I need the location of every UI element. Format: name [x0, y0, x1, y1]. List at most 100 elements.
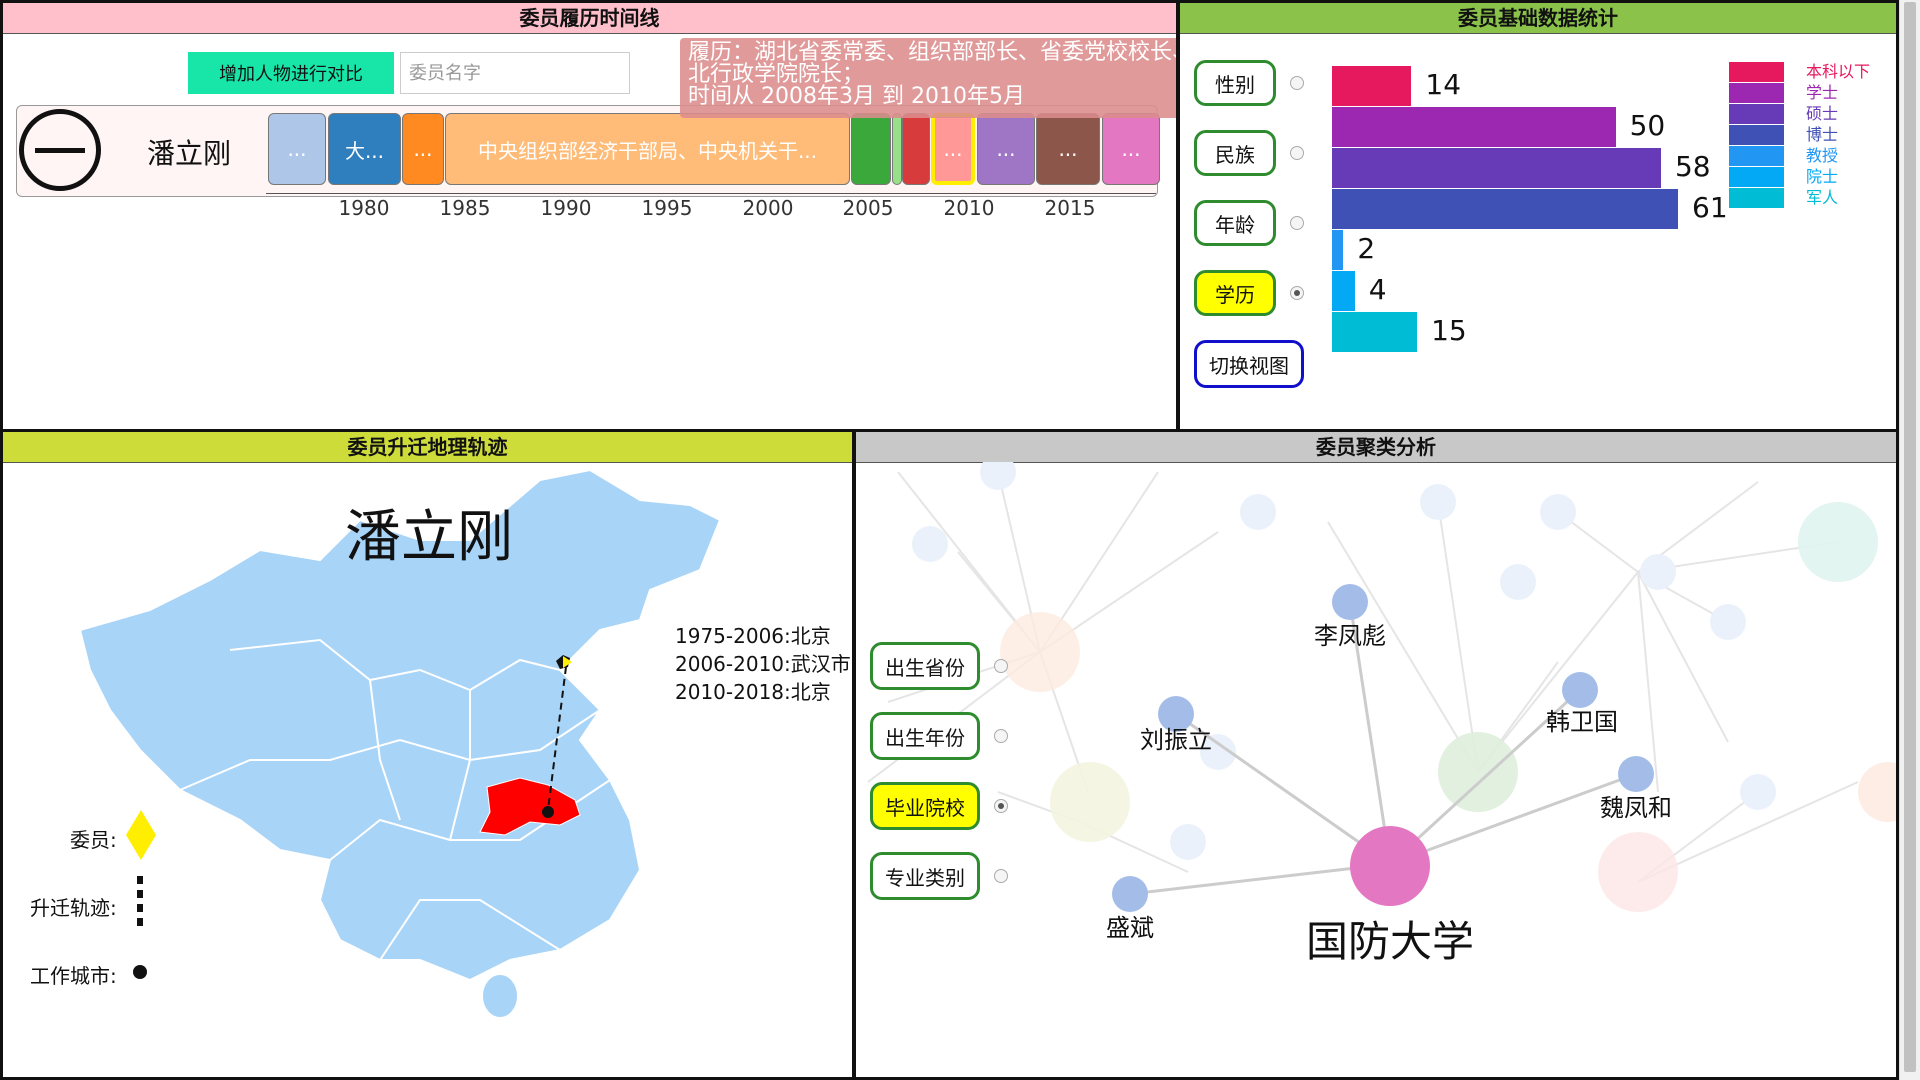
stat-option-button[interactable]: 性别 — [1194, 60, 1276, 106]
stat-bar[interactable] — [1332, 189, 1678, 229]
stat-bar[interactable] — [1332, 148, 1661, 188]
member-node[interactable] — [1618, 756, 1654, 792]
remove-person-icon[interactable] — [19, 109, 101, 191]
stat-bar-value: 2 — [1357, 232, 1376, 265]
member-label-3: 韩卫国 — [1546, 708, 1618, 736]
legend-swatch — [1729, 146, 1784, 166]
timeline-segment[interactable]: 大... — [328, 113, 401, 185]
stat-option-radio[interactable] — [1290, 76, 1304, 90]
timeline-segment[interactable] — [892, 113, 902, 185]
legend-swatch — [1729, 104, 1784, 124]
cluster-option-button[interactable]: 毕业院校 — [870, 782, 980, 830]
axis-tick-label: 2010 — [943, 196, 995, 220]
page-scrollbar[interactable] — [1899, 0, 1920, 1080]
member-label-4: 魏凤和 — [1600, 794, 1672, 822]
member-node[interactable] — [1112, 876, 1148, 912]
axis-tick-label: 1990 — [540, 196, 592, 220]
center-node-label: 国防大学 — [1305, 917, 1475, 966]
stat-option-radio[interactable] — [1290, 146, 1304, 160]
stat-bar[interactable] — [1332, 230, 1344, 270]
legend-swatch — [1729, 125, 1784, 145]
cluster-option-radio[interactable] — [994, 869, 1008, 883]
legend-label: 博士 — [1806, 125, 1839, 144]
legend-diamond-icon — [126, 810, 156, 860]
legend-path-label: 升迁轨迹: — [30, 896, 117, 920]
timeline-segment[interactable]: ... — [1102, 113, 1160, 185]
career-tooltip: 履历：湖北省委常委、组织部部长、省委党校校长、湖 北行政学院院长； 时间从 20… — [680, 38, 1228, 118]
legend-label: 本科以下 — [1806, 62, 1871, 81]
cluster-option-radio[interactable] — [994, 799, 1008, 813]
switch-view-button[interactable]: 切换视图 — [1194, 340, 1304, 388]
stat-bar-value: 50 — [1629, 109, 1666, 142]
legend-swatch — [1729, 167, 1784, 187]
stat-bar-value: 15 — [1431, 314, 1467, 347]
legend-city-label: 工作城市: — [30, 964, 117, 988]
member-name-input[interactable] — [400, 52, 630, 94]
stat-bar-value: 61 — [1692, 191, 1728, 224]
axis-tick-label: 1995 — [641, 196, 693, 220]
stat-bar-value: 58 — [1674, 150, 1711, 183]
timeline-segment[interactable]: 中央组织部经济干部局、中央机关干... — [445, 113, 850, 185]
stat-option-radio[interactable] — [1290, 286, 1304, 300]
cluster-option-button[interactable]: 专业类别 — [870, 852, 980, 900]
legend-member-label: 委员: — [70, 828, 117, 852]
axis-tick-label: 2015 — [1044, 196, 1096, 220]
legend-label: 院士 — [1806, 167, 1839, 186]
cluster-option-button[interactable]: 出生年份 — [870, 712, 980, 760]
timeline-segment[interactable]: ... — [1036, 113, 1100, 185]
timeline-segment[interactable]: ... — [268, 113, 326, 185]
stat-bar[interactable] — [1332, 66, 1412, 106]
cluster-panel-title: 委员聚类分析 — [856, 432, 1896, 463]
axis-tick-label: 1985 — [439, 196, 491, 220]
stat-option-button[interactable]: 学历 — [1194, 270, 1276, 316]
member-label-1: 李凤彪 — [1314, 622, 1386, 650]
axis-tick-label: 1980 — [338, 196, 390, 220]
track-item-2: 2006-2010:武汉市 — [675, 652, 851, 676]
timeline-segment[interactable] — [851, 113, 891, 185]
legend-label: 硕士 — [1806, 104, 1839, 123]
legend-city-dot-icon — [133, 965, 147, 979]
stat-bar-value: 4 — [1368, 273, 1387, 306]
legend-swatch — [1729, 188, 1784, 208]
tooltip-line-2: 北行政学院院长； — [688, 62, 865, 87]
wuhan-city-dot — [542, 806, 554, 818]
cluster-option-radio[interactable] — [994, 659, 1008, 673]
stat-option-radio[interactable] — [1290, 216, 1304, 230]
stat-bar[interactable] — [1332, 271, 1355, 311]
timeline-segment[interactable] — [902, 113, 930, 185]
cluster-option-button[interactable]: 出生省份 — [870, 642, 980, 690]
timeline-axis — [266, 193, 1156, 194]
member-label-2: 刘振立 — [1140, 726, 1212, 754]
cluster-network-graph — [867, 462, 1896, 912]
track-item-3: 2010-2018:北京 — [675, 680, 831, 704]
add-person-compare-button[interactable]: 增加人物进行对比 — [188, 52, 394, 94]
legend-swatch — [1729, 83, 1784, 103]
map-person-name: 潘立刚 — [345, 505, 513, 570]
legend-dashed-line-icon — [137, 876, 143, 932]
stat-bar[interactable] — [1332, 312, 1418, 352]
timeline-segment[interactable]: ... — [402, 113, 444, 185]
center-university-node[interactable] — [1350, 826, 1430, 906]
timeline-segment[interactable]: ... — [977, 113, 1035, 185]
member-label-5: 盛斌 — [1106, 914, 1154, 942]
legend-swatch — [1729, 62, 1784, 82]
cluster-option-radio[interactable] — [994, 729, 1008, 743]
stat-bar[interactable] — [1332, 107, 1616, 147]
stats-panel-title: 委员基础数据统计 — [1180, 3, 1896, 34]
legend-label: 教授 — [1806, 146, 1839, 165]
scrollbar-thumb[interactable] — [1904, 2, 1916, 1072]
timeline-segment[interactable]: ... — [931, 113, 975, 185]
timeline-person-name: 潘立刚 — [147, 137, 232, 170]
track-item-1: 1975-2006:北京 — [675, 624, 831, 648]
tooltip-line-3: 时间从 2008年3月 到 2010年5月 — [688, 84, 1025, 109]
legend-label: 学士 — [1806, 83, 1839, 102]
axis-tick-label: 2005 — [842, 196, 894, 220]
member-node[interactable] — [1332, 584, 1368, 620]
timeline-panel-title: 委员履历时间线 — [3, 3, 1176, 34]
stat-bar-value: 14 — [1425, 68, 1462, 101]
stat-option-button[interactable]: 民族 — [1194, 130, 1276, 176]
axis-tick-label: 2000 — [742, 196, 794, 220]
legend-label: 军人 — [1806, 188, 1839, 207]
tooltip-line-1: 履历：湖北省委常委、组织部部长、省委党校校长、湖 — [688, 40, 1217, 65]
stat-option-button[interactable]: 年龄 — [1194, 200, 1276, 246]
